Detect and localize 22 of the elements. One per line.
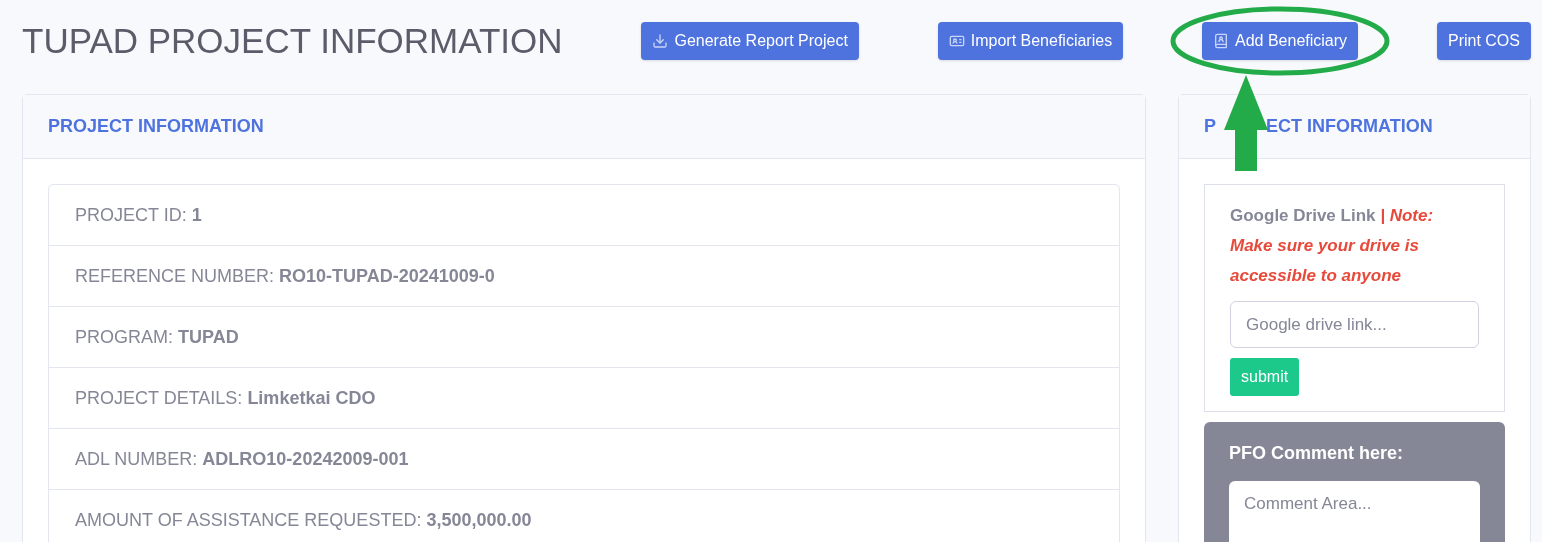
comment-title: PFO Comment here: bbox=[1229, 442, 1405, 465]
action-button[interactable]: Add Beneficiary bbox=[1202, 22, 1359, 60]
info-row-text: PROGRAM: TUPAD bbox=[75, 325, 239, 349]
card-title: PROJECT INFORMATION bbox=[48, 115, 264, 138]
id-card-icon bbox=[948, 33, 965, 49]
action-button[interactable]: Import Beneficiaries bbox=[937, 22, 1124, 60]
drive-instructions: Google Drive Link | Note: Make sure your drive is accessible to anyone bbox=[1230, 205, 1435, 287]
drive-link-field[interactable]: Google drive link... bbox=[1230, 301, 1479, 348]
page-title: TUPAD PROJECT INFORMATION bbox=[22, 19, 563, 62]
comment-field[interactable]: Comment Area... bbox=[1229, 481, 1480, 542]
arrow-icon bbox=[1224, 75, 1268, 171]
info-row-text: ADL NUMBER: ADLRO10-20242009-001 bbox=[75, 447, 409, 471]
info-row-text: AMOUNT OF ASSISTANCE REQUESTED: 3,500,000.00 bbox=[75, 508, 532, 532]
action-button[interactable]: Print COS bbox=[1436, 22, 1531, 60]
contact-book-icon bbox=[1213, 33, 1229, 49]
info-row-text: PROJECT DETAILS: Limketkai CDO bbox=[75, 386, 376, 410]
info-row-text: REFERENCE NUMBER: RO10-TUPAD-20241009-0 bbox=[75, 264, 495, 288]
card-title-start: P bbox=[1204, 115, 1216, 138]
card-title: ECT INFORMATION bbox=[1266, 115, 1433, 138]
info-row-text: PROJECT ID: 1 bbox=[75, 203, 202, 227]
action-button[interactable]: Generate Report Project bbox=[641, 22, 859, 60]
download-icon bbox=[652, 33, 669, 49]
